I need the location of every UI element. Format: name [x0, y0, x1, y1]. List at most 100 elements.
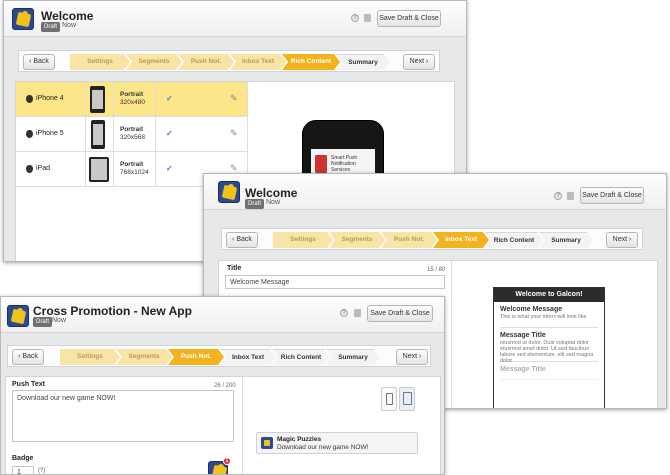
wizard-steps: Settings Segments Push Not. Inbox Text R…: [273, 232, 589, 248]
badge-input[interactable]: 1: [12, 466, 34, 474]
next-label: Next: [409, 58, 425, 65]
device-name: iPhone 5: [36, 130, 64, 137]
inbox-message-3: Message Title: [500, 366, 598, 380]
app-puzzle-icon: [7, 305, 29, 327]
step-segments[interactable]: Segments: [116, 349, 172, 365]
save-draft-close-button[interactable]: Save Draft & Close: [377, 10, 441, 27]
back-button[interactable]: ‹ Back: [12, 349, 44, 365]
step-segments[interactable]: Segments: [126, 54, 182, 70]
message-title: Message Title: [500, 332, 546, 339]
next-button[interactable]: Next ›: [396, 349, 428, 365]
schedule-status: Now: [62, 22, 77, 29]
pencil-edit-icon[interactable]: ✎: [230, 128, 238, 139]
next-label: Next: [402, 353, 418, 360]
device-toggle-iphone[interactable]: [381, 387, 397, 411]
back-label: Back: [236, 236, 252, 243]
ipad-icon: [403, 392, 412, 405]
back-label: Back: [22, 353, 38, 360]
preview-caption: Smart Push Notification Services: [331, 155, 358, 173]
device-name: iPhone 4: [36, 95, 64, 102]
checkmark-icon: ✓: [166, 94, 173, 103]
next-label: Next: [612, 236, 628, 243]
back-button[interactable]: ‹ Back: [226, 232, 258, 248]
device-toggle-ipad[interactable]: [399, 387, 415, 411]
app-puzzle-icon: [12, 8, 34, 30]
step-rich-content[interactable]: Rich Content: [272, 349, 330, 365]
trash-icon[interactable]: [364, 14, 371, 22]
step-settings[interactable]: Settings: [273, 232, 333, 248]
pencil-edit-icon[interactable]: ✎: [230, 93, 238, 104]
badge-count-indicator: 1: [223, 457, 231, 465]
badge-label: Badge: [12, 455, 34, 462]
inbox-message-2: Message Title eiusmod ut dolor. Duis vol…: [500, 332, 598, 364]
campaign-title: Cross Promotion - New App: [33, 304, 192, 318]
help-icon[interactable]: ?: [554, 192, 562, 200]
device-name: iPad: [36, 165, 51, 172]
inbox-preview-header: Welcome to Galcon!: [494, 288, 604, 302]
back-button[interactable]: ‹ Back: [23, 54, 55, 70]
device-row-iphone4[interactable]: iPhone 4 Portrait 320x480 ✓ ✎: [16, 82, 247, 117]
campaign-title: Welcome: [245, 186, 298, 200]
draft-badge: Draft: [33, 317, 53, 327]
window-header: Welcome Draft Now ? Save Draft & Close: [4, 1, 466, 37]
iphone-thumbnail-icon: [91, 120, 105, 149]
inbox-preview: Welcome to Galcon! Welcome Message This …: [493, 287, 605, 408]
apple-icon: [26, 130, 33, 138]
checkmark-icon: ✓: [166, 129, 173, 138]
device-resolution: 320x568: [120, 134, 145, 141]
wizard-steps: Settings Segments Push Not. Inbox Text R…: [70, 54, 386, 70]
device-orientation: Portrait: [120, 91, 144, 98]
push-char-counter: 26 / 200: [214, 383, 236, 389]
save-draft-close-button[interactable]: Save Draft & Close: [367, 305, 433, 322]
chevron-right-icon: ›: [417, 353, 422, 360]
step-push-notification[interactable]: Push Not.: [178, 54, 234, 70]
schedule-status: Now: [266, 199, 281, 206]
step-settings[interactable]: Settings: [70, 54, 130, 70]
device-orientation: Portrait: [120, 161, 144, 168]
window-header: Cross Promotion - New App Draft Now ? Sa…: [1, 297, 444, 333]
step-summary[interactable]: Summary: [326, 349, 380, 365]
apple-icon: [26, 165, 33, 173]
step-inbox-text[interactable]: Inbox Text: [220, 349, 276, 365]
push-notification-panel: Push Text 26 / 200 Download our new game…: [5, 376, 441, 474]
trash-icon[interactable]: [354, 309, 361, 317]
back-label: Back: [33, 58, 49, 65]
next-button[interactable]: Next ›: [606, 232, 638, 248]
badge-help-link[interactable]: (?): [38, 468, 45, 474]
window-header: Welcome Draft Now ? Save Draft & Close: [204, 174, 666, 210]
push-notification-preview: Magic Puzzles Download our new game NOW!: [256, 432, 418, 454]
step-push-notification[interactable]: Push Not.: [381, 232, 437, 248]
draft-badge: Draft: [41, 22, 61, 32]
device-orientation: Portrait: [120, 126, 144, 133]
step-rich-content[interactable]: Rich Content: [485, 232, 543, 248]
step-inbox-text[interactable]: Inbox Text: [433, 232, 489, 248]
push-text-area[interactable]: Download our new game NOW!: [12, 390, 234, 442]
wizard-steps: Settings Segments Push Not. Inbox Text R…: [60, 349, 376, 365]
step-inbox-text[interactable]: Inbox Text: [230, 54, 286, 70]
cross-promotion-window: Cross Promotion - New App Draft Now ? Sa…: [0, 296, 445, 475]
wizard-navbar: ‹ Back Settings Segments Push Not. Inbox…: [18, 50, 440, 72]
campaign-title: Welcome: [41, 9, 94, 23]
step-summary[interactable]: Summary: [336, 54, 390, 70]
step-summary[interactable]: Summary: [539, 232, 593, 248]
title-input[interactable]: Welcome Message: [225, 275, 445, 289]
step-settings[interactable]: Settings: [60, 349, 120, 365]
next-button[interactable]: Next ›: [403, 54, 435, 70]
title-char-counter: 15 / 80: [427, 267, 446, 273]
message-title: Welcome Message: [500, 306, 563, 313]
step-segments[interactable]: Segments: [329, 232, 385, 248]
device-resolution: 320x480: [120, 99, 145, 106]
message-body: This is what your inbox will look like: [500, 314, 587, 320]
help-icon[interactable]: ?: [351, 14, 359, 22]
trash-icon[interactable]: [567, 192, 574, 200]
schedule-status: Now: [52, 317, 67, 324]
save-draft-close-button[interactable]: Save Draft & Close: [580, 187, 644, 204]
step-rich-content[interactable]: Rich Content: [282, 54, 340, 70]
device-row-iphone5[interactable]: iPhone 5 Portrait 320x568 ✓ ✎: [16, 117, 247, 152]
draft-badge: Draft: [245, 199, 265, 209]
step-push-notification[interactable]: Push Not.: [168, 349, 224, 365]
checkmark-icon: ✓: [166, 164, 173, 173]
message-title: Message Title: [500, 366, 546, 373]
app-puzzle-icon: [218, 181, 240, 203]
help-icon[interactable]: ?: [340, 309, 348, 317]
